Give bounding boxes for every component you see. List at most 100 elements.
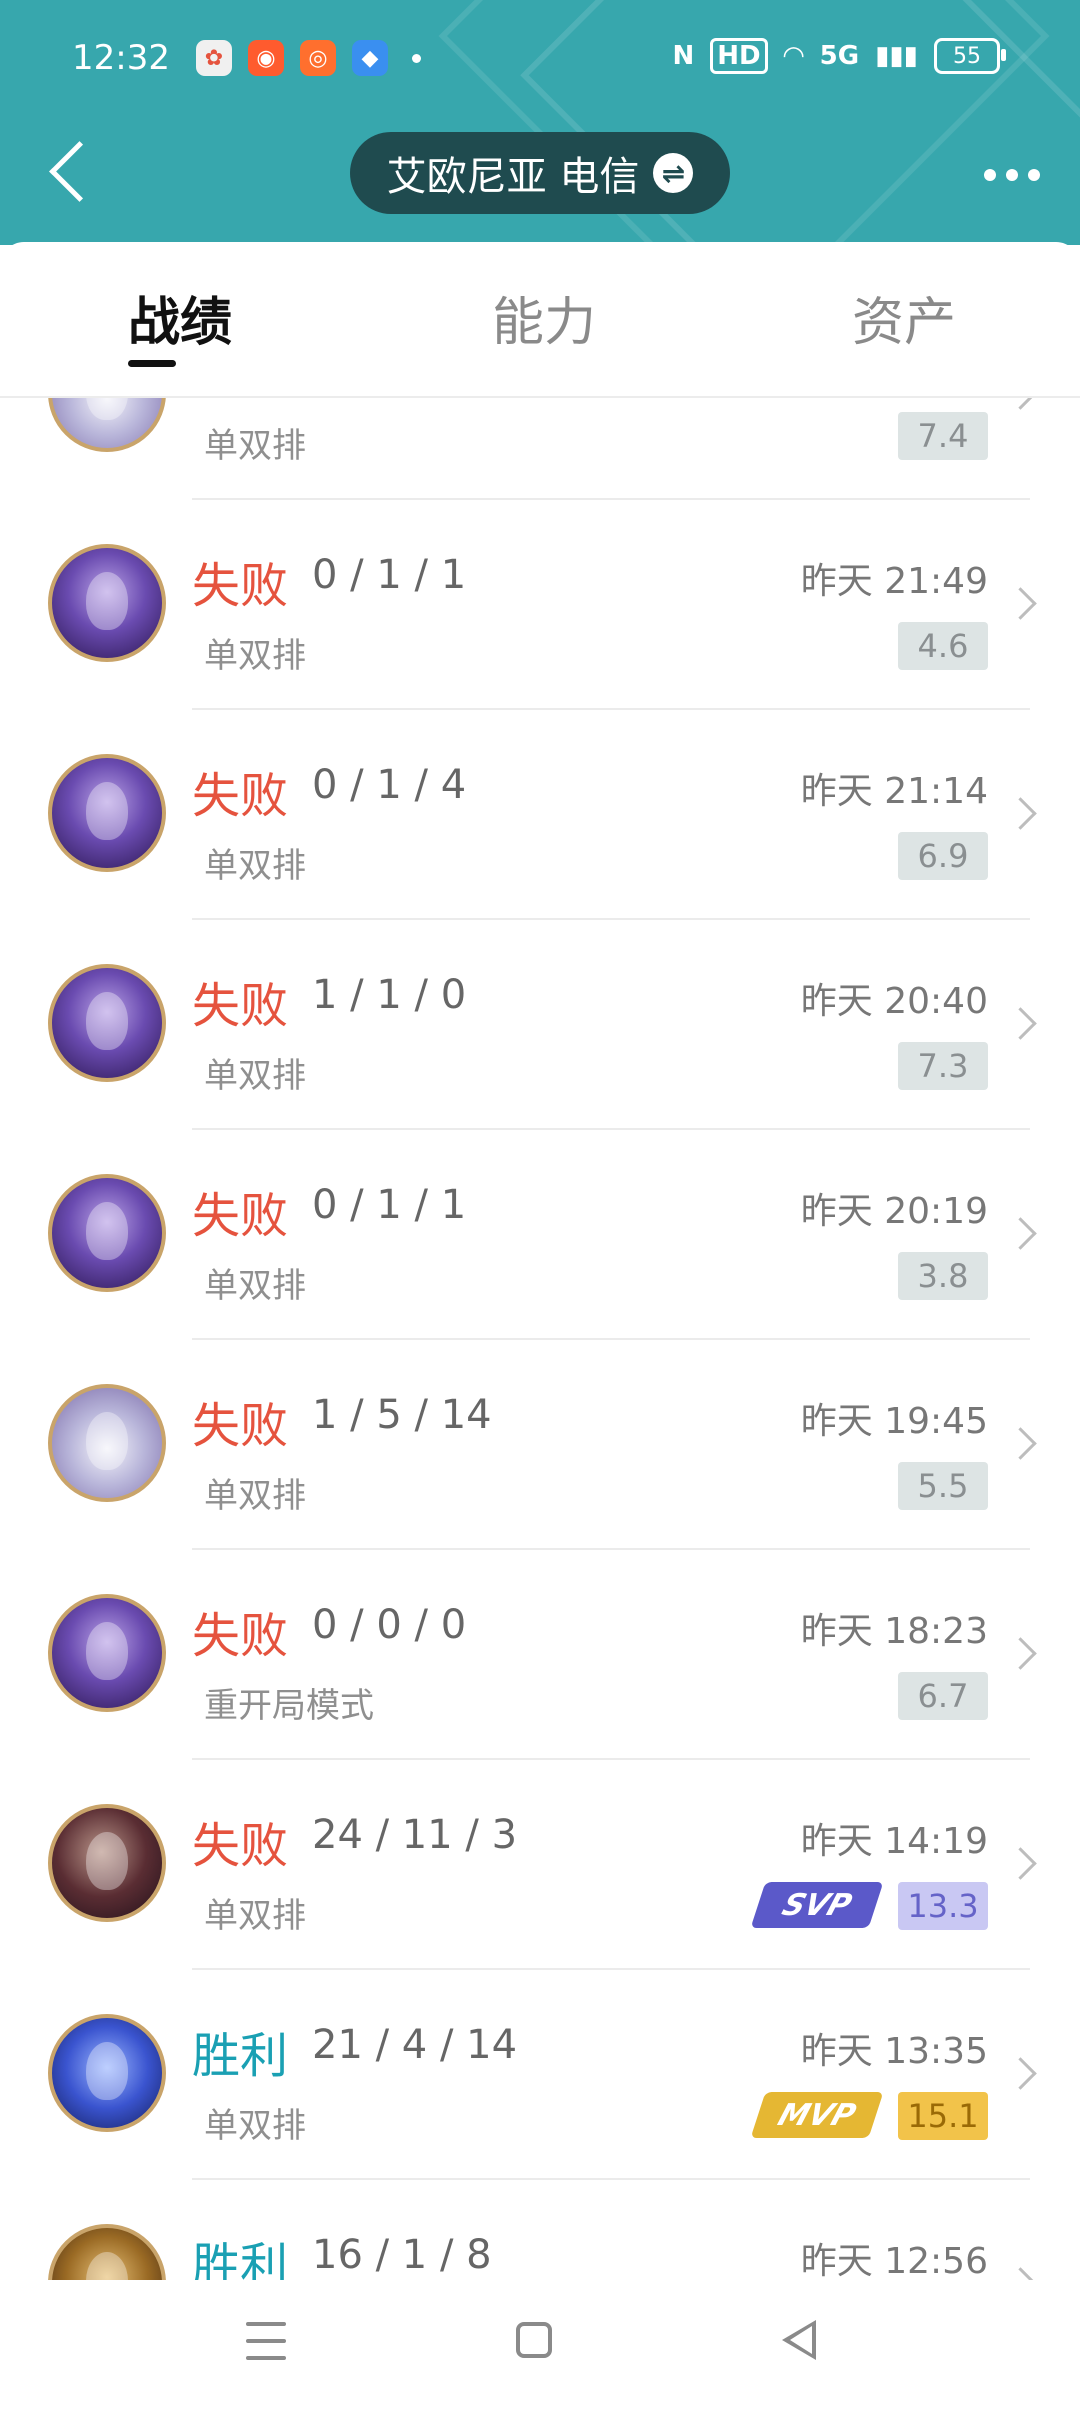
champion-avatar bbox=[48, 754, 166, 872]
match-result: 失败 bbox=[192, 1608, 289, 1664]
menu-line bbox=[246, 2339, 286, 2343]
chevron-right-icon bbox=[1004, 1007, 1037, 1040]
match-score: 15.1 bbox=[898, 2092, 988, 2140]
match-result: 失败 bbox=[192, 978, 289, 1034]
match-time: 昨天 12:56 bbox=[800, 2241, 988, 2280]
app-notification-icon: ◎ bbox=[300, 40, 336, 76]
champion-avatar bbox=[48, 544, 166, 662]
match-row[interactable]: 失败 0 / 0 / 0 重开局模式 昨天 18:23 6.7 bbox=[0, 1550, 1080, 1760]
champion-avatar bbox=[48, 1384, 166, 1502]
swap-icon: ⇌ bbox=[653, 153, 694, 193]
match-row[interactable]: 失败 1 / 5 / 14 单双排 昨天 19:45 5.5 bbox=[0, 1340, 1080, 1550]
match-time: 昨天 19:45 bbox=[800, 1401, 988, 1442]
chevron-right-icon bbox=[1004, 1847, 1037, 1880]
chevron-right-icon bbox=[1004, 587, 1037, 620]
match-row[interactable]: 胜利 16 / 1 / 8 昨天 12:56 bbox=[0, 2180, 1080, 2280]
avatar-face bbox=[86, 1202, 128, 1260]
back-triangle-icon[interactable] bbox=[782, 2320, 816, 2360]
match-row[interactable]: 胜利 21 / 4 / 14 单双排 昨天 13:35 MVP 15.1 bbox=[0, 1970, 1080, 2180]
match-row[interactable]: 失败 0 / 1 / 1 单双排 昨天 21:49 4.6 bbox=[0, 500, 1080, 710]
match-mode: 单双排 bbox=[204, 1266, 306, 1306]
hd-icon: HD bbox=[710, 38, 768, 74]
tab-record[interactable]: 战绩 bbox=[128, 280, 232, 355]
tab-indicator bbox=[128, 360, 176, 367]
match-mode: 单双排 bbox=[204, 1476, 306, 1516]
avatar-face bbox=[86, 782, 128, 840]
chevron-right-icon bbox=[1004, 1427, 1037, 1460]
match-row[interactable]: 失败 1 / 1 / 0 单双排 昨天 20:40 7.3 bbox=[0, 920, 1080, 1130]
match-kda: 0 / 1 / 1 bbox=[312, 552, 467, 598]
match-row[interactable]: 失败 0 / 1 / 4 单双排 昨天 21:14 6.9 bbox=[0, 710, 1080, 920]
back-button[interactable] bbox=[40, 132, 100, 212]
tab-ability[interactable]: 能力 bbox=[492, 280, 596, 355]
avatar-face bbox=[86, 572, 128, 630]
match-mode: 重开局模式 bbox=[204, 1686, 374, 1726]
match-result: 胜利 bbox=[192, 2238, 289, 2280]
menu-line bbox=[246, 2356, 286, 2360]
match-time: 昨天 14:19 bbox=[800, 1821, 988, 1862]
more-notifications-dot bbox=[412, 53, 421, 63]
champion-avatar bbox=[48, 1804, 166, 1922]
avatar-face bbox=[86, 992, 128, 1050]
match-time: 昨天 21:49 bbox=[800, 561, 988, 602]
battery-icon: 55 bbox=[934, 38, 1006, 74]
match-mode: 单双排 bbox=[204, 426, 306, 466]
match-result: 胜利 bbox=[192, 2028, 289, 2084]
home-icon[interactable] bbox=[516, 2322, 552, 2358]
match-result: 失败 bbox=[192, 1398, 289, 1454]
menu-icon[interactable] bbox=[246, 2322, 286, 2360]
match-kda: 21 / 4 / 14 bbox=[312, 2022, 518, 2068]
avatar-face bbox=[86, 2042, 128, 2100]
avatar-face bbox=[86, 1622, 128, 1680]
match-score: 4.6 bbox=[898, 622, 988, 670]
match-row[interactable]: 失败 24 / 11 / 3 单双排 昨天 14:19 SVP 13.3 bbox=[0, 1760, 1080, 1970]
chevron-right-icon bbox=[1004, 1217, 1037, 1250]
match-result: 失败 bbox=[192, 558, 289, 614]
svp-badge: SVP bbox=[750, 1882, 884, 1928]
wifi-icon: ◠ bbox=[783, 41, 804, 71]
match-time: 昨天 13:35 bbox=[800, 2031, 988, 2072]
champion-avatar bbox=[48, 396, 166, 452]
app-notification-icon: ✿ bbox=[196, 40, 232, 76]
match-mode: 单双排 bbox=[204, 1896, 306, 1936]
signal-icon: ▮▮▮ bbox=[875, 41, 918, 71]
status-app-icons: ✿ ◉ ◎ ◆ bbox=[196, 40, 421, 76]
match-score: 5.5 bbox=[898, 1462, 988, 1510]
champion-avatar bbox=[48, 2014, 166, 2132]
server-selector[interactable]: 艾欧尼亚 电信 ⇌ bbox=[350, 132, 730, 214]
match-mode: 单双排 bbox=[204, 2106, 306, 2146]
status-time: 12:32 bbox=[72, 38, 170, 78]
nfc-icon: N bbox=[672, 41, 695, 71]
status-right: N HD ◠ 5G ▮▮▮ 55 bbox=[672, 38, 1006, 74]
match-time: 昨天 20:19 bbox=[800, 1191, 988, 1232]
chevron-right-icon bbox=[1004, 797, 1037, 830]
match-score: 7.4 bbox=[898, 412, 988, 460]
tab-assets[interactable]: 资产 bbox=[852, 280, 956, 355]
match-mode: 单双排 bbox=[204, 1056, 306, 1096]
match-result: 失败 bbox=[192, 768, 289, 824]
battery-level: 55 bbox=[953, 43, 981, 69]
match-kda: 0 / 0 / 0 bbox=[312, 1602, 467, 1648]
chevron-right-icon bbox=[1004, 1637, 1037, 1670]
match-time: 昨天 18:23 bbox=[800, 1611, 988, 1652]
match-kda: 24 / 11 / 3 bbox=[312, 1812, 518, 1858]
more-dots-icon bbox=[984, 169, 996, 181]
chevron-right-icon bbox=[1004, 2267, 1037, 2280]
match-kda: 1 / 1 / 0 bbox=[312, 972, 467, 1018]
menu-line bbox=[246, 2322, 286, 2326]
chevron-right-icon bbox=[1004, 396, 1037, 410]
network-type: 5G bbox=[819, 41, 860, 71]
match-result: 失败 bbox=[192, 1818, 289, 1874]
match-row[interactable]: 失败 0 / 1 / 1 单双排 昨天 20:19 3.8 bbox=[0, 1130, 1080, 1340]
server-name: 艾欧尼亚 电信 bbox=[386, 154, 640, 200]
match-time: 昨天 20:40 bbox=[800, 981, 988, 1022]
match-score: 13.3 bbox=[898, 1882, 988, 1930]
more-button[interactable] bbox=[984, 150, 1040, 200]
avatar-face bbox=[86, 396, 128, 420]
match-mode: 单双排 bbox=[204, 846, 306, 886]
match-kda: 1 / 5 / 14 bbox=[312, 1392, 492, 1438]
match-result: 失败 bbox=[192, 1188, 289, 1244]
match-row[interactable]: 单双排 7.4 bbox=[0, 396, 1080, 500]
avatar-face bbox=[86, 1832, 128, 1890]
app-notification-icon: ◉ bbox=[248, 40, 284, 76]
